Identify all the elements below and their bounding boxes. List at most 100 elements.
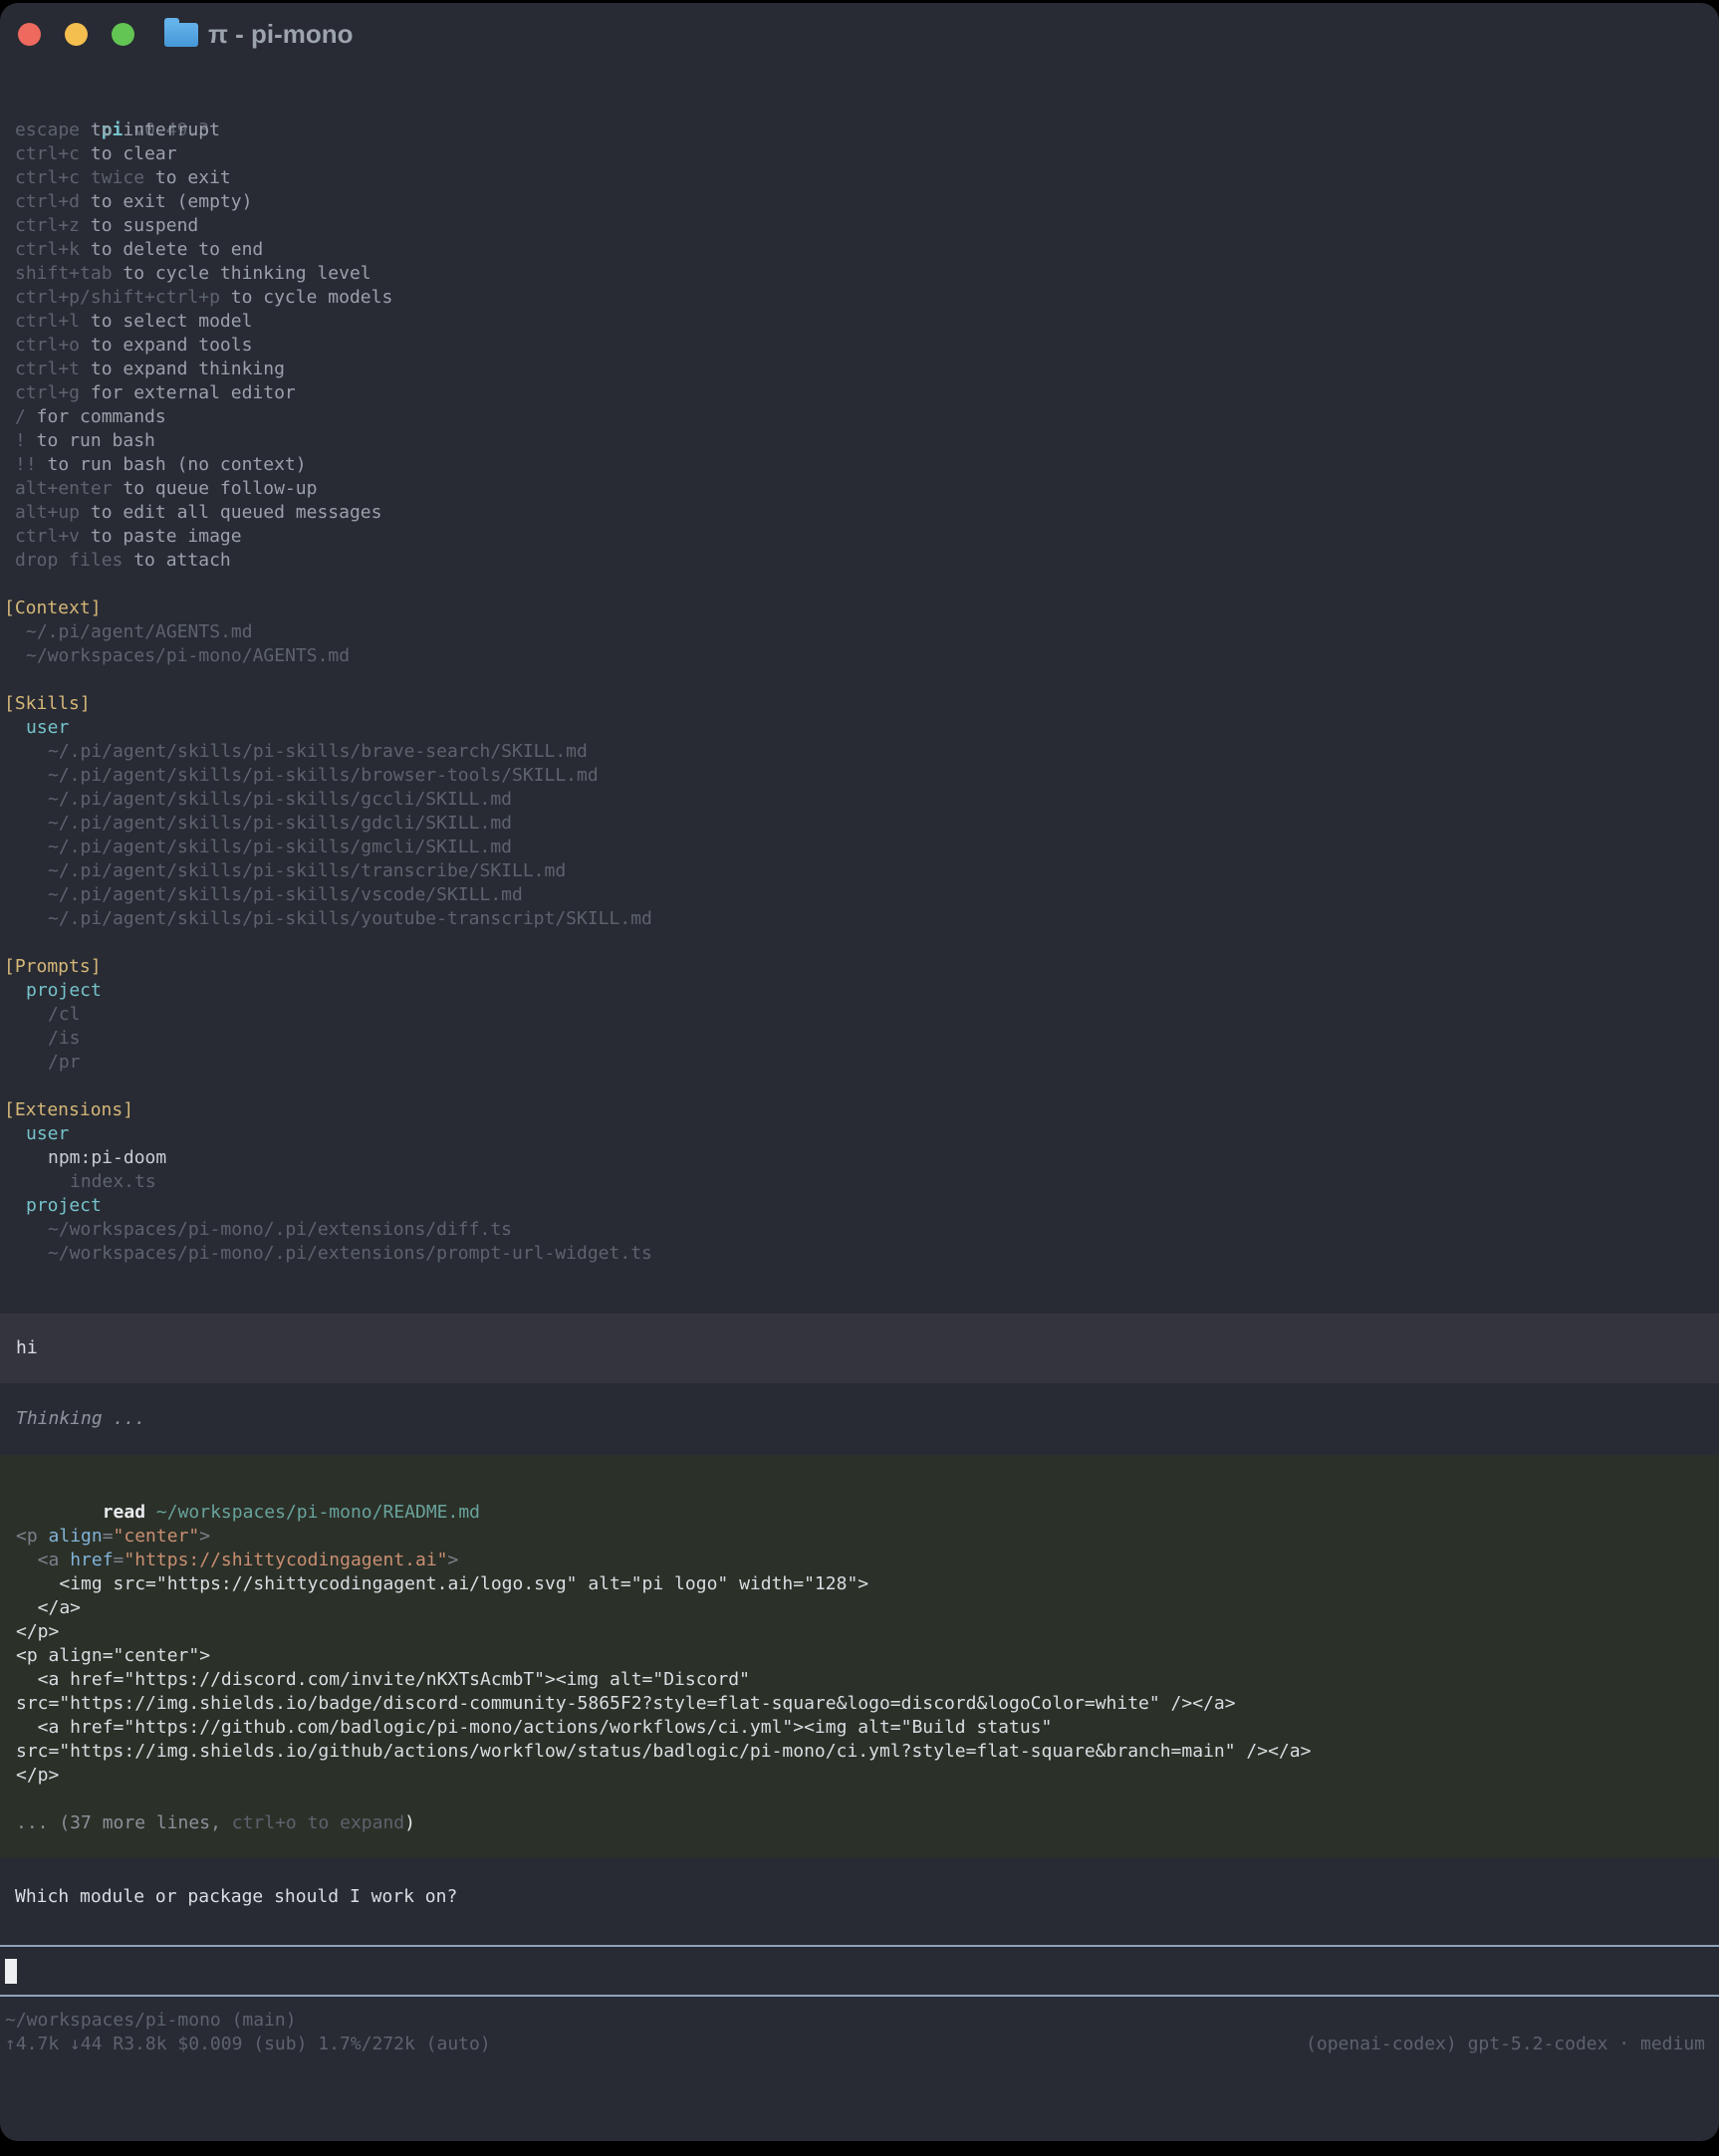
section-row: ~/.pi/agent/skills/pi-skills/brave-searc…: [0, 740, 1719, 764]
shortcut-line: escape to interrupt: [15, 119, 1719, 142]
shortcut-keys: /: [15, 406, 26, 427]
shortcut-keys: alt+enter: [15, 478, 113, 499]
section-prompts: [Prompts]project/cl/is/pr: [0, 955, 1719, 1075]
code-segment: src="https://img.shields.io/github/actio…: [16, 1741, 1311, 1762]
expand-hint-segment: ): [404, 1812, 415, 1833]
shortcut-keys: ctrl+g: [15, 382, 80, 403]
code-segment: align: [49, 1526, 103, 1547]
shortcut-desc: to suspend: [80, 215, 198, 236]
window-title: π - pi-mono: [208, 19, 354, 50]
shortcut-desc: to exit: [144, 167, 231, 188]
section-row: /pr: [0, 1051, 1719, 1075]
section-context: [Context]~/.pi/agent/AGENTS.md~/workspac…: [0, 597, 1719, 668]
shortcut-desc: to interrupt: [80, 120, 220, 140]
section-title: [Context]: [0, 597, 1719, 620]
shortcut-desc: to run bash: [26, 430, 155, 451]
code-segment: =: [114, 1550, 124, 1570]
section-row: ~/workspaces/pi-mono/AGENTS.md: [0, 644, 1719, 668]
section-row: project: [0, 979, 1719, 1003]
zoom-button[interactable]: [112, 23, 134, 46]
shortcut-desc: to delete to end: [80, 239, 263, 260]
section-row: ~/.pi/agent/skills/pi-skills/gmcli/SKILL…: [0, 836, 1719, 859]
code-line: </p>: [16, 1620, 1703, 1644]
shortcut-keys: !: [15, 430, 26, 451]
shortcut-line: / for commands: [15, 405, 1719, 429]
code-segment: >: [448, 1550, 459, 1570]
shortcut-keys: ctrl+c: [15, 143, 80, 164]
code-segment: </p>: [16, 1765, 59, 1786]
code-segment: </a>: [16, 1597, 81, 1618]
model-info: (openai-codex) gpt-5.2-codex · medium: [1306, 2033, 1705, 2056]
code-line: <p align="center">: [16, 1644, 1703, 1668]
stats-line: ↑4.7k ↓44 R3.8k $0.009 (sub) 1.7%/272k (…: [0, 2033, 1719, 2056]
section-row: user: [0, 716, 1719, 740]
shortcut-keys: ctrl+k: [15, 239, 80, 260]
shortcut-keys: escape: [15, 120, 80, 140]
code-segment: <img src="https://shittycodingagent.ai/l…: [16, 1573, 868, 1594]
blank-line: [16, 1788, 1703, 1811]
section-row: ~/.pi/agent/skills/pi-skills/vscode/SKIL…: [0, 883, 1719, 907]
shortcut-line: ctrl+c twice to exit: [15, 166, 1719, 190]
code-segment: <a: [16, 1550, 70, 1570]
shortcut-desc: for commands: [26, 406, 166, 427]
shortcut-desc: to cycle thinking level: [113, 263, 371, 284]
status-bar: ~/workspaces/pi-mono (main) ↑4.7k ↓44 R3…: [0, 2009, 1719, 2056]
minimize-button[interactable]: [65, 23, 88, 46]
terminal-content: pi v0.49.3 escape to interruptctrl+c to …: [0, 95, 1719, 2056]
shortcut-line: ! to run bash: [15, 429, 1719, 453]
section-row: ~/workspaces/pi-mono/.pi/extensions/prom…: [0, 1242, 1719, 1266]
code-segment: =: [103, 1526, 114, 1547]
tool-path: ~/workspaces/pi-mono/README.md: [156, 1502, 480, 1523]
section-row: npm:pi-doom: [0, 1146, 1719, 1170]
shortcut-keys: alt+up: [15, 502, 80, 523]
tool-call-read: read ~/workspaces/pi-mono/README.md <p a…: [0, 1455, 1719, 1857]
section-row: project: [0, 1194, 1719, 1218]
code-segment: <p align="center">: [16, 1645, 210, 1666]
section-row: index.ts: [0, 1170, 1719, 1194]
thinking-indicator: Thinking ...: [0, 1407, 1719, 1431]
shortcut-line: ctrl+o to expand tools: [15, 334, 1719, 358]
section-title: [Extensions]: [0, 1098, 1719, 1122]
code-line: <a href="https://discord.com/invite/nKXT…: [16, 1668, 1703, 1692]
shortcut-desc: to clear: [80, 143, 177, 164]
shortcut-keys: ctrl+o: [15, 335, 80, 356]
shortcut-line: ctrl+g for external editor: [15, 381, 1719, 405]
shortcut-desc: to paste image: [80, 526, 242, 547]
shortcut-line: ctrl+k to delete to end: [15, 238, 1719, 262]
shortcut-keys: ctrl+p/shift+ctrl+p: [15, 287, 220, 308]
shortcut-line: ctrl+c to clear: [15, 142, 1719, 166]
code-segment: "https://shittycodingagent.ai": [123, 1550, 447, 1570]
shortcut-desc: for external editor: [80, 382, 296, 403]
shortcut-desc: to cycle models: [220, 287, 392, 308]
section-row: ~/.pi/agent/AGENTS.md: [0, 620, 1719, 644]
tool-header: read ~/workspaces/pi-mono/README.md: [16, 1477, 1703, 1501]
shortcut-list: escape to interruptctrl+c to clearctrl+c…: [15, 119, 1719, 573]
expand-hint: ... (37 more lines, ctrl+o to expand): [16, 1811, 1703, 1835]
text-cursor: [5, 1959, 17, 1984]
shortcut-keys: ctrl+l: [15, 311, 80, 332]
prompt-input[interactable]: [0, 1945, 1719, 1997]
help-block: pi v0.49.3 escape to interruptctrl+c to …: [0, 95, 1719, 573]
code-segment: </p>: [16, 1621, 59, 1642]
shortcut-line: shift+tab to cycle thinking level: [15, 262, 1719, 286]
section-extensions: [Extensions]usernpm:pi-doomindex.tsproje…: [0, 1098, 1719, 1266]
shortcut-desc: to attach: [123, 550, 230, 571]
expand-hint-segment: ... (37 more lines,: [16, 1812, 232, 1833]
section-row: ~/.pi/agent/skills/pi-skills/browser-too…: [0, 764, 1719, 788]
cwd-line: ~/workspaces/pi-mono (main): [0, 2009, 1719, 2033]
shortcut-line: !! to run bash (no context): [15, 453, 1719, 477]
shortcut-desc: to edit all queued messages: [80, 502, 381, 523]
section-row: ~/.pi/agent/skills/pi-skills/gdcli/SKILL…: [0, 812, 1719, 836]
terminal-window: π - pi-mono pi v0.49.3 escape to interru…: [0, 3, 1719, 2141]
code-segment: src="https://img.shields.io/badge/discor…: [16, 1693, 1236, 1714]
shortcut-keys: !!: [15, 454, 37, 475]
shortcut-keys: ctrl+c twice: [15, 167, 144, 188]
section-skills: [Skills]user~/.pi/agent/skills/pi-skills…: [0, 692, 1719, 931]
shortcut-keys: drop files: [15, 550, 123, 571]
tool-output: <p align="center"> <a href="https://shit…: [16, 1525, 1703, 1788]
section-title: [Skills]: [0, 692, 1719, 716]
close-button[interactable]: [18, 23, 41, 46]
shortcut-keys: ctrl+t: [15, 359, 80, 379]
user-message-text: hi: [16, 1337, 38, 1358]
expand-hint-segment: ctrl+o to expand: [232, 1812, 404, 1833]
